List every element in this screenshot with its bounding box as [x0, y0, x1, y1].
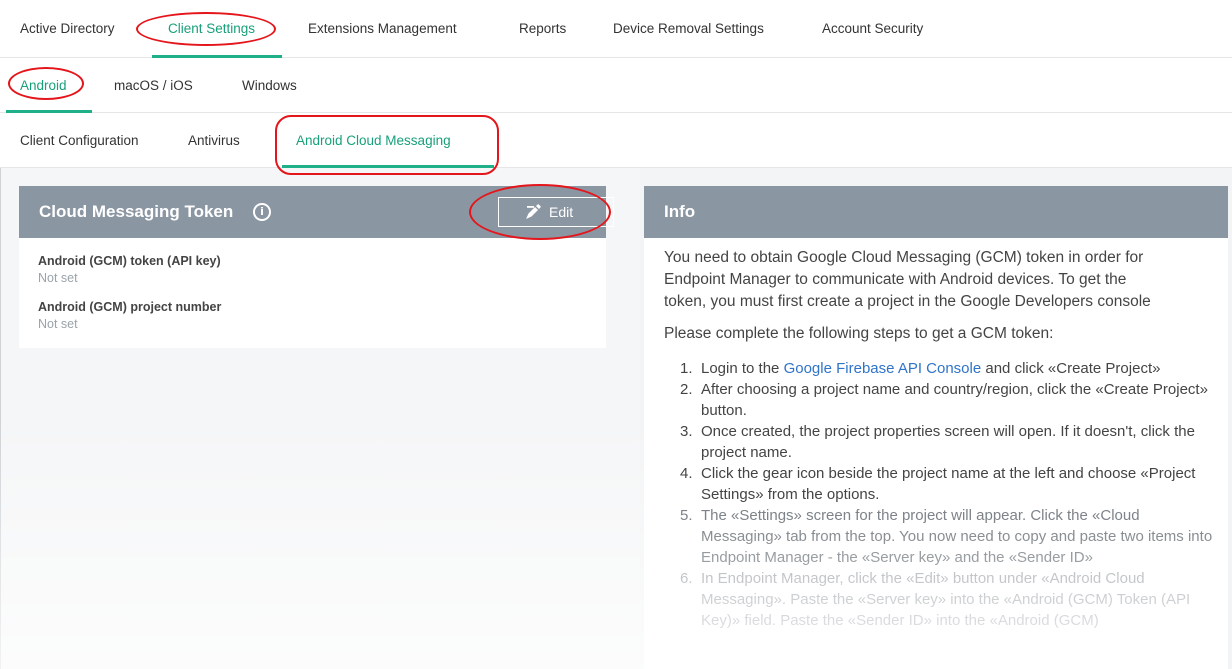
tab-active-directory[interactable]: Active Directory [20, 0, 115, 58]
tab-device-removal-settings[interactable]: Device Removal Settings [613, 0, 764, 58]
step-item: 6. In Endpoint Manager, click the «Edit»… [680, 570, 1191, 629]
tab-extensions-management[interactable]: Extensions Management [308, 0, 457, 58]
tab-antivirus[interactable]: Antivirus [188, 113, 240, 168]
gcm-project-number-value: Not set [38, 317, 78, 331]
pen-icon [525, 204, 543, 223]
info-intro-line-2: Endpoint Manager to communicate with And… [664, 271, 1127, 288]
tab-android-cloud-messaging[interactable]: Android Cloud Messaging [296, 113, 451, 168]
os-tab-bar: Android macOS / iOS Windows [0, 58, 1232, 113]
tab-macos-ios[interactable]: macOS / iOS [114, 58, 193, 113]
steps-list: 1. Login to the Google Firebase API Cons… [680, 358, 1220, 631]
edit-button-label: Edit [549, 204, 574, 220]
steps-heading: Please complete the following steps to g… [664, 325, 1054, 342]
step-item: 1. Login to the Google Firebase API Cons… [680, 360, 1161, 377]
step-item: 2. After choosing a project name and cou… [680, 381, 1208, 419]
tab-windows[interactable]: Windows [242, 58, 297, 113]
tab-android[interactable]: Android [20, 58, 67, 113]
info-intro-line-3: token, you must first create a project i… [664, 293, 1151, 310]
main-tab-bar: Active Directory Client Settings Extensi… [0, 0, 1232, 58]
info-intro-line-1: You need to obtain Google Cloud Messagin… [664, 249, 1144, 266]
step-item: 5. The «Settings» screen for the project… [680, 507, 1213, 566]
tab-account-security[interactable]: Account Security [822, 0, 923, 58]
info-panel-body: You need to obtain Google Cloud Messagin… [644, 238, 1228, 669]
gcm-token-label: Android (GCM) token (API key) [38, 254, 221, 268]
google-firebase-console-link[interactable]: Google Firebase API Console [784, 360, 982, 377]
tab-client-settings[interactable]: Client Settings [168, 0, 255, 58]
cloud-messaging-token-header: Cloud Messaging Token i Edit [19, 186, 614, 238]
gcm-token-value: Not set [38, 271, 78, 285]
token-fields: Android (GCM) token (API key) Not set An… [19, 238, 606, 348]
tab-reports[interactable]: Reports [519, 0, 566, 58]
step-item: 4. Click the gear icon beside the projec… [680, 465, 1196, 503]
panel-title: Cloud Messaging Token [39, 202, 234, 221]
info-panel-header: Info [644, 186, 1228, 238]
tab-client-configuration[interactable]: Client Configuration [20, 113, 139, 168]
gcm-project-number-label: Android (GCM) project number [38, 300, 222, 314]
info-panel-title: Info [664, 202, 696, 221]
step-item: 3. Once created, the project properties … [680, 423, 1195, 461]
info-circle-icon[interactable]: i [253, 203, 271, 221]
edit-button[interactable]: Edit [498, 197, 614, 227]
settings-sub-tab-bar: Client Configuration Antivirus Android C… [0, 113, 1232, 168]
